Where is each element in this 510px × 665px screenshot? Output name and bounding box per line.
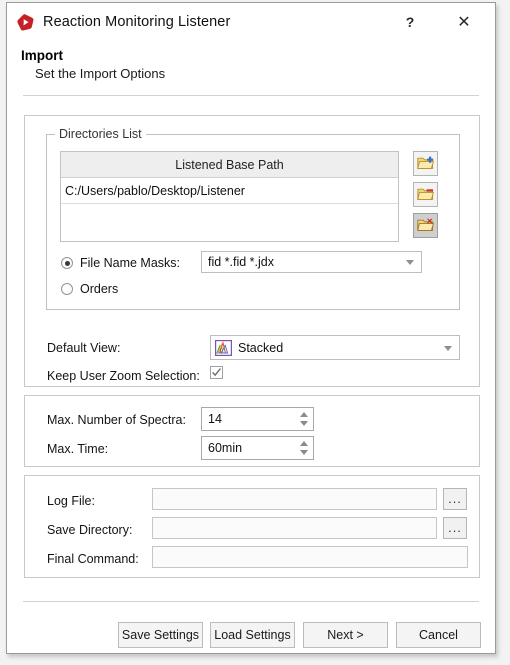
table-row[interactable] bbox=[61, 204, 398, 230]
header-divider bbox=[23, 95, 479, 96]
title-bar: Reaction Monitoring Listener ? ✕ bbox=[7, 3, 495, 41]
spinner-up-icon[interactable] bbox=[299, 412, 308, 417]
table-row[interactable]: C:/Users/pablo/Desktop/Listener bbox=[61, 178, 398, 204]
file-name-masks-label: File Name Masks: bbox=[80, 256, 181, 270]
max-time-label: Max. Time: bbox=[47, 442, 109, 456]
folder-remove-icon bbox=[417, 188, 434, 200]
directories-table[interactable]: Listened Base Path C:/Users/pablo/Deskto… bbox=[60, 151, 399, 242]
cancel-button[interactable]: Cancel bbox=[396, 622, 481, 648]
chevron-down-icon bbox=[444, 345, 452, 351]
orders-radio[interactable]: Orders bbox=[61, 282, 118, 296]
max-spectra-value: 14 bbox=[208, 412, 222, 426]
check-icon bbox=[212, 368, 221, 377]
chevron-down-icon bbox=[406, 260, 414, 265]
log-file-input[interactable] bbox=[152, 488, 437, 510]
log-file-label: Log File: bbox=[47, 494, 95, 508]
orders-label: Orders bbox=[80, 282, 119, 296]
file-name-masks-radio[interactable]: File Name Masks: bbox=[61, 256, 180, 270]
window-title: Reaction Monitoring Listener bbox=[43, 14, 231, 30]
directories-list-groupbox: Directories List Listened Base Path C:/U… bbox=[46, 127, 460, 310]
table-column-header: Listened Base Path bbox=[61, 152, 398, 178]
max-spectra-spinner[interactable]: 14 bbox=[201, 407, 314, 431]
file-name-masks-value: fid *.fid *.jdx bbox=[208, 255, 275, 269]
limits-panel: Max. Number of Spectra: 14 Max. Time: 60… bbox=[24, 395, 480, 467]
remove-directory-button[interactable] bbox=[413, 182, 438, 207]
spinner-down-icon[interactable] bbox=[299, 450, 308, 455]
next-button[interactable]: Next > bbox=[303, 622, 388, 648]
spinner-down-icon[interactable] bbox=[299, 421, 308, 426]
page-header: Import Set the Import Options bbox=[7, 41, 495, 81]
radio-indicator-masks bbox=[61, 257, 73, 269]
spinner-up-icon[interactable] bbox=[299, 441, 308, 446]
dialog-window: Reaction Monitoring Listener ? ✕ Import … bbox=[6, 2, 496, 654]
max-time-value: 60min bbox=[208, 441, 243, 455]
max-spectra-label: Max. Number of Spectra: bbox=[47, 413, 186, 427]
log-file-browse-button[interactable]: ... bbox=[443, 488, 467, 510]
add-directory-button[interactable] bbox=[413, 151, 438, 176]
final-command-label: Final Command: bbox=[47, 552, 139, 566]
max-time-spinner[interactable]: 60min bbox=[201, 436, 314, 460]
keep-user-zoom-checkbox[interactable] bbox=[210, 366, 223, 379]
default-view-combobox[interactable]: Stacked bbox=[210, 335, 460, 360]
paths-panel: Log File: ... Save Directory: ... Final … bbox=[24, 475, 480, 578]
keep-user-zoom-label: Keep User Zoom Selection: bbox=[47, 369, 200, 383]
radio-indicator-orders bbox=[61, 283, 73, 295]
save-directory-browse-button[interactable]: ... bbox=[443, 517, 467, 539]
import-options-panel: Directories List Listened Base Path C:/U… bbox=[24, 115, 480, 387]
save-directory-input[interactable] bbox=[152, 517, 437, 539]
footer-divider bbox=[23, 601, 479, 602]
stacked-spectra-icon bbox=[215, 339, 232, 356]
file-name-masks-combobox[interactable]: fid *.fid *.jdx bbox=[201, 251, 422, 273]
save-directory-label: Save Directory: bbox=[47, 523, 133, 537]
save-settings-button[interactable]: Save Settings bbox=[118, 622, 203, 648]
final-command-input[interactable] bbox=[152, 546, 468, 568]
default-view-value: Stacked bbox=[238, 340, 284, 355]
spinner-buttons[interactable] bbox=[297, 410, 310, 428]
page-title: Import bbox=[21, 48, 63, 63]
delete-directory-button[interactable] bbox=[413, 213, 438, 238]
load-settings-button[interactable]: Load Settings bbox=[210, 622, 295, 648]
folder-delete-icon bbox=[417, 218, 434, 231]
default-view-label: Default View: bbox=[47, 341, 121, 355]
app-logo-icon bbox=[17, 13, 34, 30]
page-subtitle: Set the Import Options bbox=[35, 66, 166, 81]
directories-list-legend: Directories List bbox=[55, 127, 146, 141]
help-button[interactable]: ? bbox=[397, 11, 423, 33]
folder-add-icon bbox=[417, 156, 434, 169]
close-button[interactable]: ✕ bbox=[451, 11, 477, 33]
spinner-buttons[interactable] bbox=[297, 439, 310, 457]
